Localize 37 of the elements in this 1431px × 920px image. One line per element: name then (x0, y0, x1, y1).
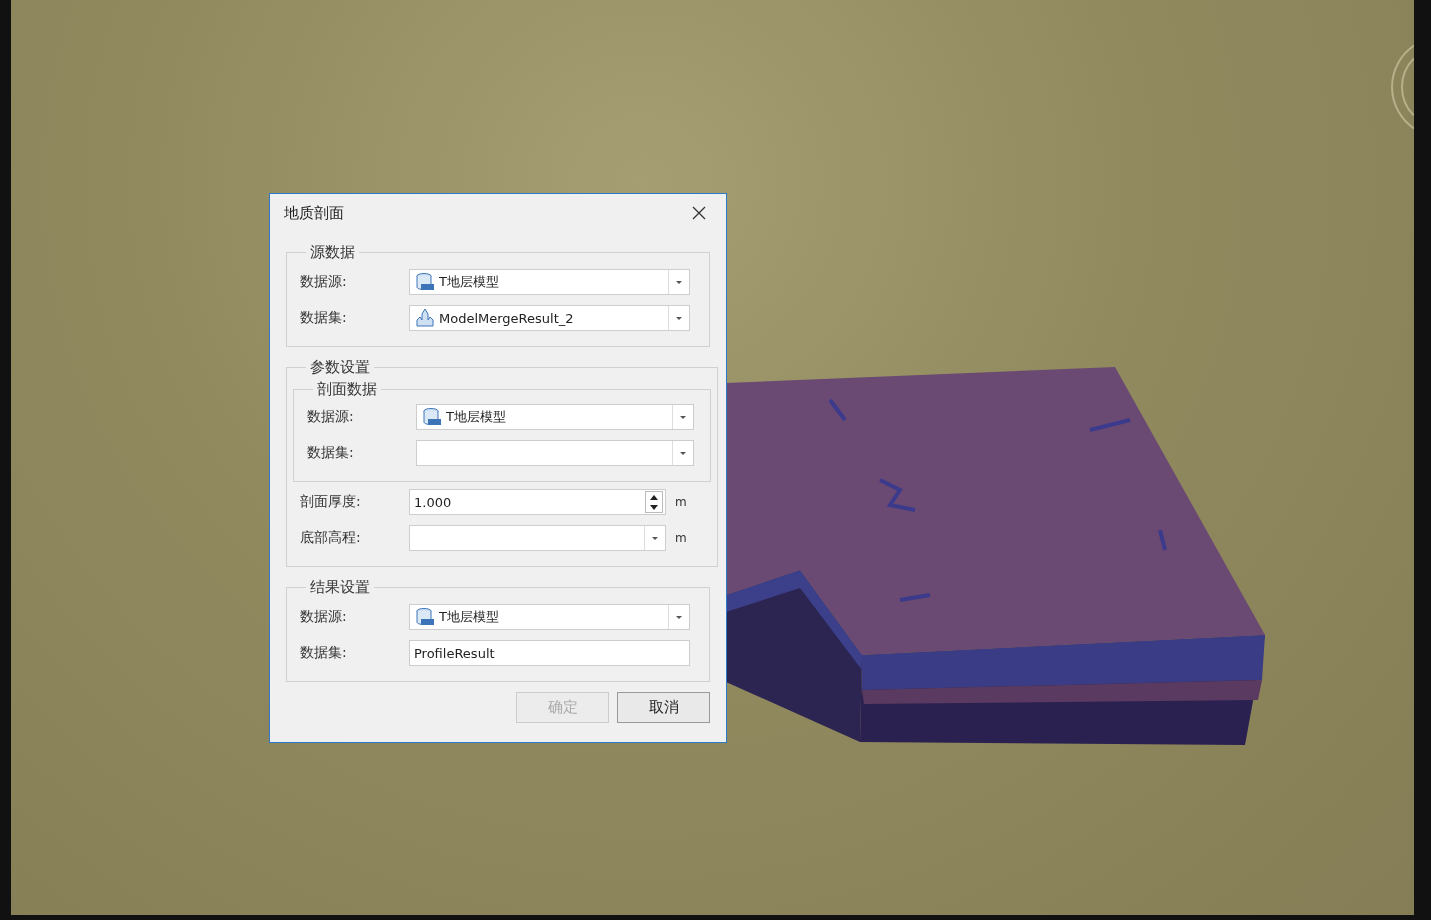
field-label: 数据集: (307, 444, 355, 462)
field-value: T地层模型 (439, 273, 499, 291)
field-label: 数据源: (307, 408, 355, 426)
model-icon (415, 308, 435, 328)
unit-label: m (675, 495, 687, 509)
group-title: 结果设置 (310, 578, 370, 596)
dropdown-field[interactable] (409, 525, 666, 551)
dialog-button[interactable]: 取消 (617, 692, 710, 723)
dropdown-field[interactable]: ModelMergeResult_2 (409, 305, 690, 331)
field-label: 数据集: (300, 309, 348, 327)
group-title: 参数设置 (310, 358, 370, 376)
field-label: 底部高程: (300, 529, 362, 547)
database-icon (415, 272, 435, 292)
text-field[interactable]: ProfileResult (409, 640, 690, 666)
close-icon[interactable] (692, 206, 706, 220)
field-value: 1.000 (414, 494, 452, 510)
dialog-title: 地质剖面 (284, 203, 344, 223)
field-label: 数据集: (300, 644, 348, 662)
compass-ring-drawing[interactable] (1391, 44, 1414, 130)
field-label: 数据源: (300, 273, 348, 291)
field-value: T地层模型 (446, 408, 506, 426)
field-value: T地层模型 (439, 608, 499, 626)
field-label: 剖面厚度: (300, 493, 362, 511)
database-icon (415, 607, 435, 627)
dropdown-field[interactable]: T地层模型 (416, 404, 694, 430)
spin-arrows-icon[interactable] (645, 491, 663, 513)
dropdown-field[interactable]: T地层模型 (409, 604, 690, 630)
group-title: 剖面数据 (317, 380, 377, 398)
spin-field[interactable]: 1.000 (409, 489, 666, 515)
dropdown-field[interactable] (416, 440, 694, 466)
field-value: ModelMergeResult_2 (439, 310, 574, 326)
unit-label: m (675, 531, 687, 545)
field-label: 数据源: (300, 608, 348, 626)
field-value: ProfileResult (414, 645, 495, 661)
database-icon (422, 407, 442, 427)
dropdown-field[interactable]: T地层模型 (409, 269, 690, 295)
group-title: 源数据 (310, 243, 355, 261)
